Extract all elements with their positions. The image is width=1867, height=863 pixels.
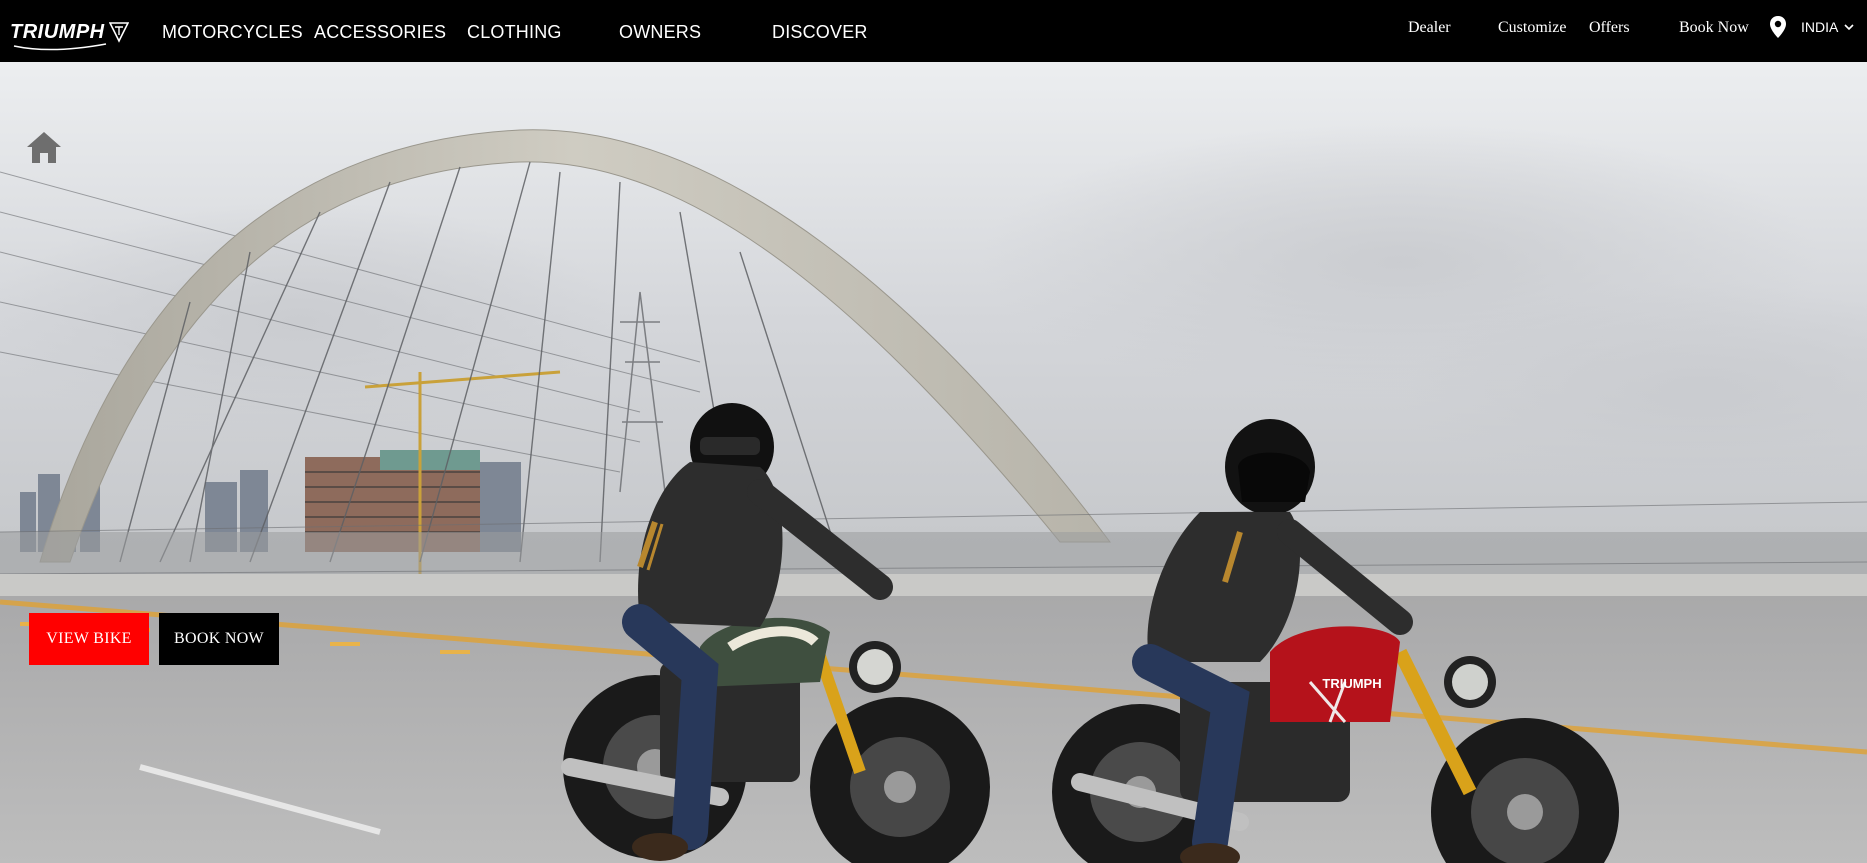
tank-logo: TRIUMPH bbox=[1322, 676, 1381, 691]
nav-owners[interactable]: OWNERS bbox=[619, 22, 701, 43]
logo-wordmark: TRIUMPH bbox=[10, 20, 105, 43]
nav-accessories[interactable]: ACCESSORIES bbox=[314, 22, 446, 43]
offers-link[interactable]: Offers bbox=[1589, 19, 1630, 37]
region-selector[interactable]: INDIA bbox=[1769, 12, 1854, 42]
nav-clothing[interactable]: CLOTHING bbox=[467, 22, 562, 43]
site-header: TRIUMPH MOTORCYCLES ACCESSORIES CLOTHING… bbox=[0, 0, 1867, 62]
hero-image: TRIUMPH bbox=[0, 62, 1867, 863]
nav-discover[interactable]: DISCOVER bbox=[772, 22, 868, 43]
triumph-logo[interactable]: TRIUMPH bbox=[10, 18, 129, 51]
customize-link[interactable]: Customize bbox=[1498, 19, 1566, 37]
chevron-down-icon bbox=[1844, 24, 1854, 31]
dealer-link[interactable]: Dealer bbox=[1408, 19, 1451, 37]
triumph-shield-icon bbox=[108, 22, 129, 43]
logo-swoosh bbox=[13, 43, 107, 51]
region-label: INDIA bbox=[1801, 19, 1839, 35]
nav-motorcycles[interactable]: MOTORCYCLES bbox=[162, 22, 303, 43]
map-pin-icon bbox=[1770, 16, 1786, 38]
hero-banner: TRIUMPH VIEW BIKE BOOK NOW bbox=[0, 62, 1867, 863]
book-now-link[interactable]: Book Now bbox=[1679, 19, 1749, 37]
home-icon[interactable] bbox=[26, 130, 62, 164]
view-bike-button[interactable]: VIEW BIKE bbox=[29, 613, 149, 665]
book-now-button[interactable]: BOOK NOW bbox=[159, 613, 279, 665]
